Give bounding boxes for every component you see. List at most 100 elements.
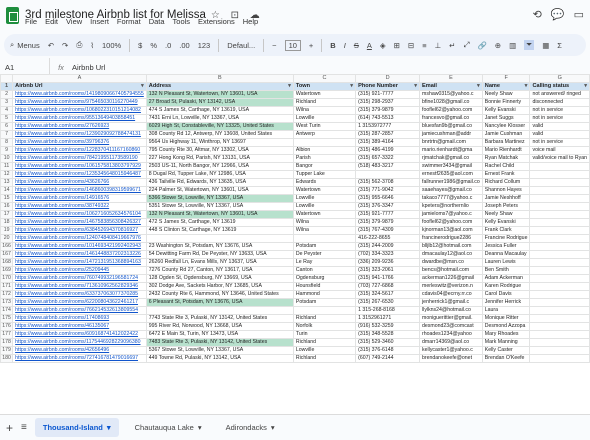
row-number[interactable]: 178 <box>0 338 14 347</box>
cell-address[interactable]: 26260 Redfall Ln, Evans Mills, NY 13637,… <box>145 258 294 267</box>
cell-town[interactable]: Turin <box>292 330 357 339</box>
cell-airbnb-url[interactable]: https://www.airbnb.com/rooms/10615758138… <box>12 162 147 171</box>
menu-search[interactable]: ⌕ Menus <box>10 40 40 50</box>
menu-format[interactable]: Format <box>117 17 141 26</box>
cell-email[interactable]: kellycaster1@yahoo.c <box>419 346 483 355</box>
cell-address[interactable]: 23 Washington St, Potsdam, NY 13676, USA <box>145 242 294 251</box>
cell-calling-status[interactable] <box>529 322 590 331</box>
cell-airbnb-url[interactable]: https://www.airbnb.com/rooms/14916576 <box>12 194 147 203</box>
cell-address[interactable]: 7483 State Rte 3, Pulaski, NY 13142, Uni… <box>145 338 294 347</box>
cell-phone[interactable]: (702) 334-3323 <box>355 250 421 259</box>
horizontal-align-icon[interactable]: ≡ <box>422 41 426 50</box>
cell-email[interactable]: francinerodrigue2286 <box>419 234 483 243</box>
cell-address[interactable]: 5351 Stowe St, Lowville, NY 13367, USA <box>145 202 294 211</box>
text-rotation-icon[interactable]: ⤢ <box>463 40 469 50</box>
cell-town[interactable]: Parish <box>292 154 357 163</box>
cell-phone[interactable]: (336) 209-9236 <box>355 258 421 267</box>
strikethrough-button[interactable]: S <box>354 41 359 50</box>
row-number[interactable]: 8 <box>0 138 14 147</box>
cell-name[interactable]: Frank Clark <box>481 226 531 235</box>
cell-phone[interactable]: 416-222-8655 <box>355 234 421 243</box>
cell-airbnb-url[interactable]: https://www.airbnb.com/rooms/14686003983… <box>12 186 147 195</box>
row-number[interactable]: 171 <box>0 282 14 291</box>
cell-airbnb-url[interactable]: https://www.airbnb.com/rooms/12407484084… <box>12 234 147 243</box>
cell-airbnb-url[interactable]: https://www.airbnb.com/rooms/14614488372… <box>12 250 147 259</box>
row-number[interactable]: 11 <box>0 162 14 171</box>
cell-town[interactable]: Watertown <box>292 90 357 99</box>
cell-phone[interactable]: (315) 657-3322 <box>355 154 421 163</box>
cell-name[interactable]: Carol Davis <box>481 290 531 299</box>
row-number[interactable]: 7 <box>0 130 14 139</box>
cell-name[interactable]: Kelly Caster <box>481 346 531 355</box>
cell-email[interactable]: moniguerittier@gmail. <box>419 314 483 323</box>
header-email[interactable]: Email <box>419 82 483 91</box>
cell-name[interactable]: Nancylee Klosser <box>481 122 531 131</box>
cell-phone[interactable]: (315) 244-2009 <box>355 242 421 251</box>
filter-icon[interactable]: ⏷ <box>524 40 535 50</box>
cell-phone[interactable]: (315) 298-2937 <box>355 98 421 107</box>
cell-email[interactable]: dmacaulay12@aol.co <box>419 250 483 259</box>
cell-email[interactable]: rjmatchak@gmail.co <box>419 154 483 163</box>
cell-airbnb-url[interactable]: https://www.airbnb.com/rooms/43626766 <box>12 178 147 187</box>
cell-town[interactable]: Potsdam <box>292 298 357 307</box>
cell-airbnb-url[interactable]: https://www.airbnb.com/rooms/12353456480… <box>12 170 147 179</box>
cell-town[interactable] <box>292 138 357 147</box>
row-number[interactable]: 2 <box>0 90 14 99</box>
cell-email[interactable]: francesvo@gmail.co <box>419 114 483 123</box>
cell-airbnb-url[interactable]: https://www.airbnb.com/rooms/76621453261… <box>12 306 147 315</box>
cell-airbnb-url[interactable]: https://www.airbnb.com/rooms/10146934219… <box>12 242 147 251</box>
menu-insert[interactable]: Insert <box>90 17 109 26</box>
cell-calling-status[interactable] <box>529 338 590 347</box>
cell-town[interactable]: Potsdam <box>292 242 357 251</box>
cell-calling-status[interactable] <box>529 298 590 307</box>
cell-email[interactable]: rhoades1234@yahoo <box>419 330 483 339</box>
font-size-increase-button[interactable]: + <box>309 41 313 50</box>
meet-icon[interactable]: ▭ <box>574 8 584 21</box>
cell-calling-status[interactable] <box>529 274 590 283</box>
cell-name[interactable]: Mark Manning <box>481 338 531 347</box>
cell-town[interactable]: Antwerp <box>292 130 357 139</box>
cell-phone[interactable]: (315) 379-9879 <box>355 218 421 227</box>
cell-phone[interactable]: (315) 376-3347 <box>355 202 421 211</box>
formula-input[interactable]: Airbnb Url <box>72 63 105 72</box>
cell-airbnb-url[interactable]: https://www.airbnb.com/rooms/27626923 <box>12 122 147 131</box>
cell-address[interactable]: 224 Palmer St, Watertown, NY 13601, USA <box>145 186 294 195</box>
cell-email[interactable]: mario.rienhardt@gma <box>419 146 483 155</box>
cell-town[interactable]: Richland <box>292 338 357 347</box>
cell-email[interactable]: mshaw0315@yahoo.c <box>419 90 483 99</box>
cell-phone[interactable]: (315) 389-4164 <box>355 138 421 147</box>
cell-address[interactable]: 27 Broad St, Pulaski, NY 13142, USA <box>145 98 294 107</box>
filter-views-icon[interactable]: ▦ <box>542 41 549 50</box>
cell-town[interactable]: Albion <box>292 146 357 155</box>
cell-name[interactable]: Jennifer Herrick <box>481 298 531 307</box>
functions-icon[interactable]: Σ <box>557 41 562 50</box>
column-header-a[interactable]: A <box>12 74 147 83</box>
insert-chart-icon[interactable]: ▥ <box>509 41 516 50</box>
text-color-button[interactable]: A <box>367 41 372 50</box>
cell-name[interactable]: Laura <box>481 306 531 315</box>
cell-airbnb-url[interactable]: https://www.airbnb.com/rooms/14198090667… <box>12 90 147 99</box>
cell-address[interactable]: 6472 E Main St, Turin, NY 13473, USA <box>145 330 294 339</box>
row-number[interactable]: 15 <box>0 194 14 203</box>
row-number[interactable]: 5 <box>0 114 14 123</box>
row-number[interactable]: 17 <box>0 210 14 219</box>
cell-phone[interactable]: (315) 324-5617 <box>355 290 421 299</box>
menu-tools[interactable]: Tools <box>173 17 191 26</box>
row-number[interactable]: 10 <box>0 154 14 163</box>
decrease-decimal-button[interactable]: .0 <box>165 41 171 50</box>
cell-name[interactable]: Monique Ritter <box>481 314 531 323</box>
row-number[interactable]: 177 <box>0 330 14 339</box>
font-size-decrease-button[interactable]: − <box>272 41 276 50</box>
cell-airbnb-url[interactable]: https://www.airbnb.com/rooms/14675838563… <box>12 218 147 227</box>
cell-name[interactable]: Richard Collum <box>481 178 531 187</box>
history-icon[interactable]: ⟲ <box>533 8 542 21</box>
zoom-select[interactable]: 100% <box>102 41 121 50</box>
cell-calling-status[interactable] <box>529 234 590 243</box>
cell-phone[interactable]: (703) 727-6868 <box>355 282 421 291</box>
row-number[interactable]: 180 <box>0 354 14 363</box>
row-number[interactable]: 174 <box>0 306 14 315</box>
cell-calling-status[interactable] <box>529 306 590 315</box>
row-number[interactable]: 18 <box>0 218 14 227</box>
cell-calling-status[interactable]: not in service <box>529 138 590 147</box>
print-icon[interactable]: ⎙ <box>76 40 82 50</box>
